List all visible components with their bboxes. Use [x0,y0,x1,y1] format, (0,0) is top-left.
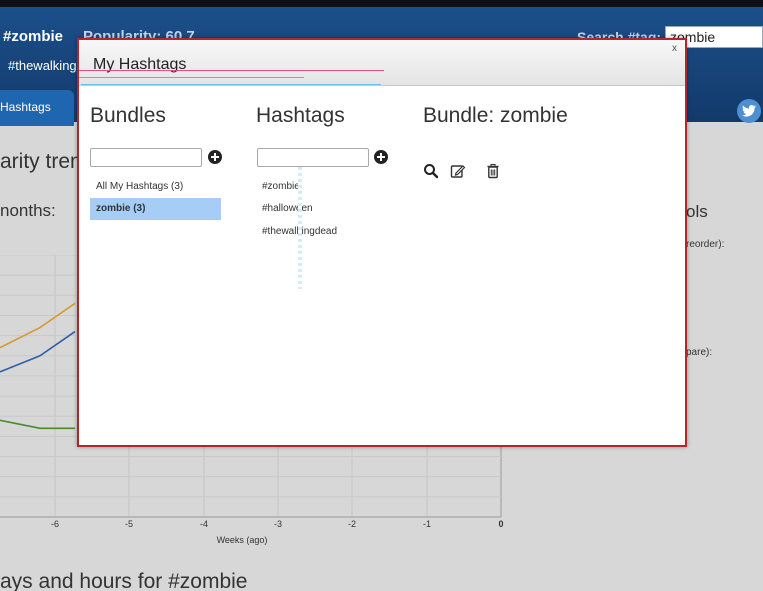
close-button[interactable]: x [672,43,677,54]
chart-x-tick-label: -1 [423,519,431,529]
modal-header: My Hashtags x [79,40,685,86]
chart-x-tick-label: -6 [51,519,59,529]
compare-note: pare): [686,347,713,358]
add-bundle-button[interactable] [208,150,222,164]
bundles-heading: Bundles [90,104,166,127]
chart-series [0,302,76,430]
chart-x-tick-label: -4 [200,519,208,529]
chart-x-tick-label: -5 [125,519,133,529]
tab-hashtags[interactable]: Hashtags [0,90,74,126]
chart-xlabel: Weeks (ago) [217,535,268,545]
my-hashtags-modal: My Hashtags x Bundles All My Hashtags (3… [77,38,687,447]
hashtags-heading: Hashtags [256,104,345,127]
trend-heading: arity tren [0,150,82,173]
modal-title: My Hashtags [93,56,187,73]
chart-series-line [0,330,76,373]
header-tag[interactable]: #zombie [3,28,63,45]
chart-x-tick-label: -3 [274,519,282,529]
bundle-item-all[interactable]: All My Hashtags (3) [90,176,221,198]
related-tag-link[interactable]: #thewalkingd [8,58,84,73]
header-rule-pink [79,70,384,71]
months-heading: nonths: [0,201,56,220]
search-bundle-button[interactable] [423,163,439,179]
header-rule-cyan [81,84,381,85]
days-hours-heading: ays and hours for #zombie [0,570,248,591]
delete-bundle-button[interactable] [485,163,501,179]
chart-x-tick-label: 0 [498,519,503,529]
hashtag-item[interactable]: #halloween [262,203,313,214]
bundle-item-zombie[interactable]: zombie (3) [90,198,221,220]
header-rule-green [79,77,304,78]
twitter-button[interactable] [737,99,761,123]
search-icon [424,164,439,179]
twitter-icon [742,105,756,117]
chart-series-line [0,419,75,430]
top-strip [0,0,763,7]
hashtag-item[interactable]: #zombie [262,181,300,192]
chart-ticks: -6 -5 -4 -3 -2 -1 0 [51,519,504,529]
bundle-detail-heading: Bundle: zombie [423,104,568,127]
add-hashtag-button[interactable] [374,150,388,164]
trash-icon [487,163,499,179]
edit-icon [450,165,466,178]
chart-series-line [0,302,76,349]
new-bundle-input[interactable] [90,148,202,167]
tools-heading: ols [686,202,708,221]
edit-bundle-button[interactable] [450,163,466,179]
new-hashtag-input[interactable] [257,148,369,167]
tab-hashtags-label: Hashtags [0,100,51,114]
column-divider-artifact [298,167,302,289]
reorder-note: reorder): [686,239,725,250]
chart-x-tick-label: -2 [348,519,356,529]
